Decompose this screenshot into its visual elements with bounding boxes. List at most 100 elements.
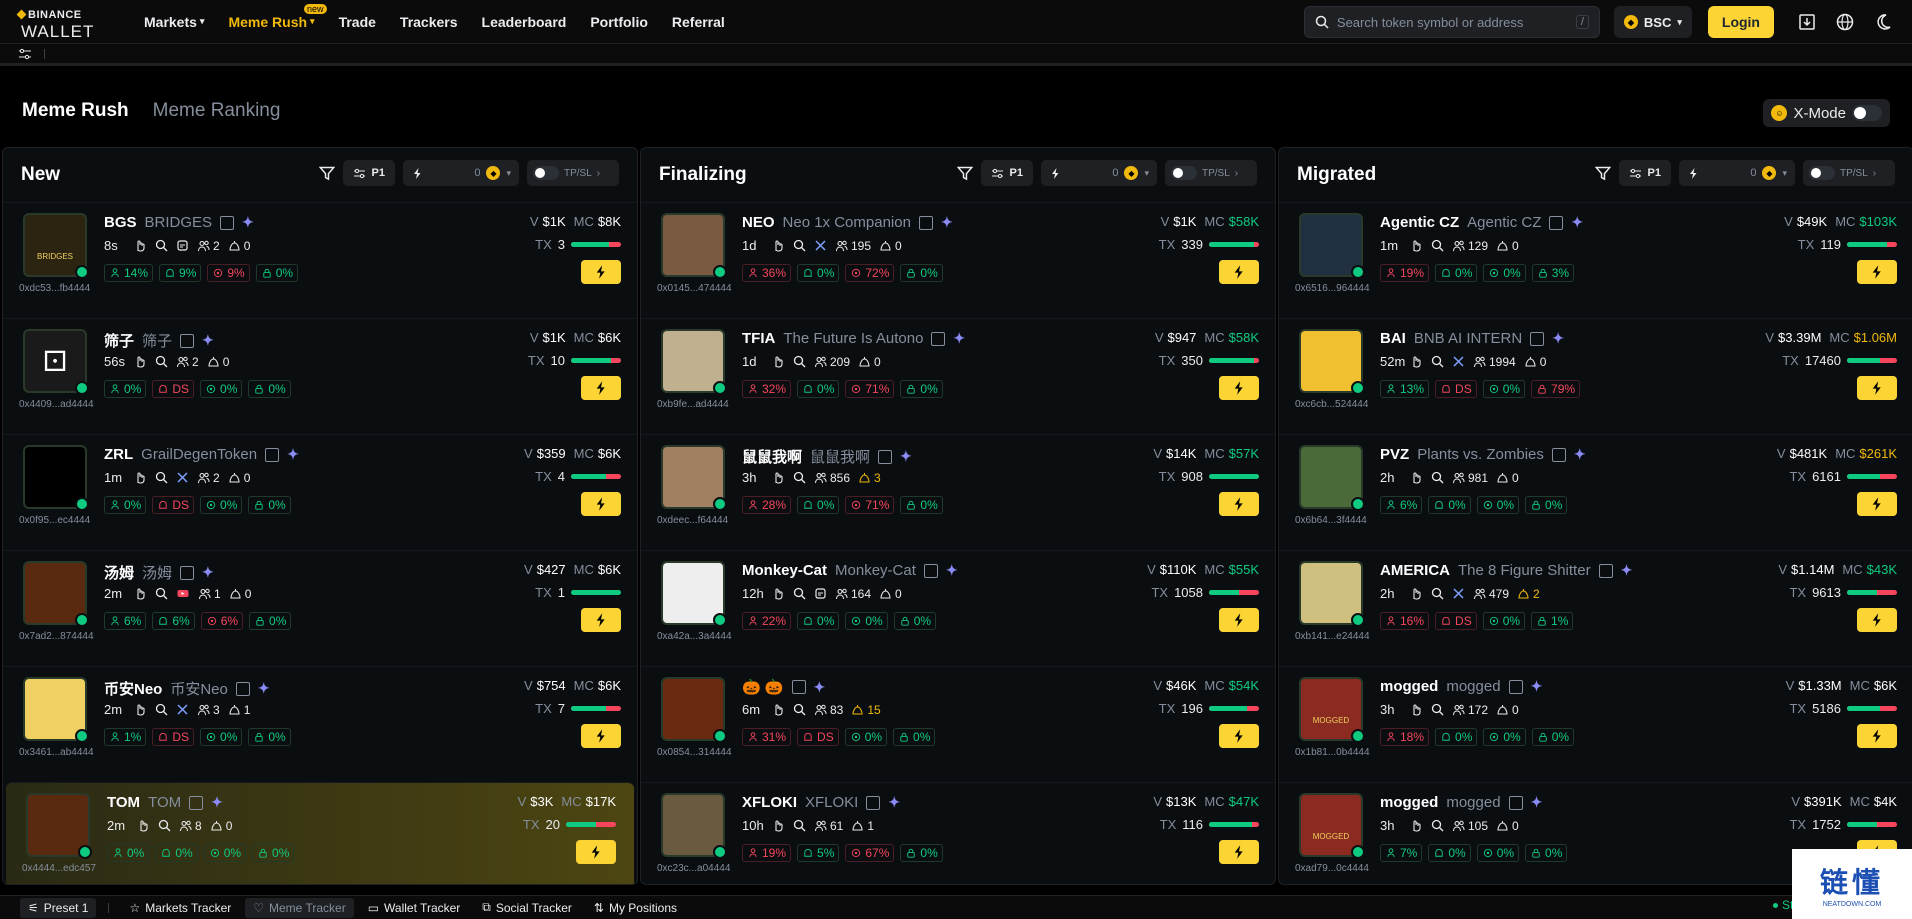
quick-buy-button[interactable] [581,376,621,400]
tpsl-toggle[interactable]: TP/SL › [1803,160,1895,186]
quick-buy-button[interactable] [581,724,621,748]
token-address[interactable]: 0x0145...474444 [657,283,732,294]
sparkle-icon[interactable]: ✦ [1574,446,1586,463]
sparkle-icon[interactable]: ✦ [287,446,299,463]
token-symbol[interactable]: NEO [742,214,775,231]
token-symbol[interactable]: 🎃 🎃 [742,678,784,696]
copy-icon[interactable] [1549,215,1564,230]
token-row[interactable]: 0x7ad2...874444 汤姆 汤姆 ✦ 2m 1 0 6% 6% 6% 0% V $427 MC $… [3,550,637,666]
sparkle-icon[interactable]: ✦ [1531,678,1543,695]
sparkle-icon[interactable]: ✦ [814,679,826,696]
token-address[interactable]: 0x6516...964444 [1295,283,1370,294]
preset-button[interactable]: P1 [342,160,395,186]
token-address[interactable]: 0xc23c...a04444 [657,863,730,874]
sparkle-icon[interactable]: ✦ [1531,794,1543,811]
token-address[interactable]: 0xad79...0c4444 [1295,863,1369,874]
footer-tab-preset-1[interactable]: ⚟ Preset 1 [20,897,97,918]
copy-icon[interactable] [235,681,250,696]
quick-buy-button[interactable] [1219,376,1259,400]
nav-item-portfolio[interactable]: Portfolio [578,0,660,44]
filter-icon[interactable] [318,165,335,181]
copy-icon[interactable] [1598,563,1613,578]
download-icon[interactable] [1792,7,1822,37]
token-address[interactable]: 0xdc53...fb4444 [19,283,90,294]
token-symbol[interactable]: Agentic CZ [1380,214,1459,231]
copy-icon[interactable] [180,333,195,348]
copy-icon[interactable] [866,795,881,810]
copy-icon[interactable] [791,680,806,694]
quick-buy-button[interactable] [576,840,616,864]
token-address[interactable]: 0x3461...ab4444 [19,747,94,758]
quick-buy-amount[interactable]: 0 ◆ ▾ [1679,160,1795,186]
sparkle-icon[interactable]: ✦ [1571,214,1583,231]
token-symbol[interactable]: BGS [104,214,137,231]
token-symbol[interactable]: BAI [1380,330,1406,347]
token-address[interactable]: 0x7ad2...874444 [19,631,94,642]
quick-buy-button[interactable] [1219,260,1259,284]
token-row[interactable]: 0x6b64...3f4444 PVZ Plants vs. Zombies ✦ 2h 9… [1279,434,1912,550]
copy-icon[interactable] [931,331,946,346]
x-mode-toggle[interactable]: ☺ X-Mode [1763,99,1890,127]
token-address[interactable]: 0xb141...e24444 [1295,631,1370,642]
footer-tab-markets-tracker[interactable]: ☆ Markets Tracker [121,898,239,918]
copy-icon[interactable] [923,563,938,578]
nav-item-trade[interactable]: Trade [327,0,388,44]
token-symbol[interactable]: 币安Neo [104,678,162,699]
tpsl-toggle[interactable]: TP/SL › [527,160,619,186]
token-symbol[interactable]: 鼠鼠我啊 [742,446,802,467]
sparkle-icon[interactable]: ✦ [946,562,958,579]
copy-icon[interactable] [1508,679,1523,694]
nav-item-referral[interactable]: Referral [660,0,737,44]
token-row[interactable]: 0x0f95...ec4444 ZRL GrailDegenToken ✦ 1m 2 0 0%… [3,434,637,550]
binance-wallet-logo[interactable]: BINANCE WALLET [16,5,110,41]
sparkle-icon[interactable]: ✦ [242,214,254,231]
token-row[interactable]: 0x3461...ab4444 币安Neo 币安Neo ✦ 2m 3 1 1% DS 0% 0% V $… [3,666,637,782]
quick-buy-button[interactable] [581,492,621,516]
tpsl-toggle[interactable]: TP/SL › [1165,160,1257,186]
globe-icon[interactable] [1830,7,1860,37]
token-row[interactable]: MOGGED 0x1b81...0b4444 mogged mogged ✦ 3h 172 0… [1279,666,1912,782]
settings-sliders-icon[interactable] [18,48,32,60]
nav-item-leaderboard[interactable]: Leaderboard [470,0,579,44]
token-symbol[interactable]: 汤姆 [104,562,134,583]
nav-item-markets[interactable]: Markets ▾ [132,0,216,44]
copy-icon[interactable] [265,447,280,462]
footer-tab-wallet-tracker[interactable]: ▭ Wallet Tracker [360,898,469,918]
token-symbol[interactable]: XFLOKI [742,794,797,811]
token-symbol[interactable]: ZRL [104,446,133,463]
tab-meme-rush[interactable]: Meme Rush [22,100,129,122]
token-address[interactable]: 0x4444...edc457 [22,863,96,874]
quick-buy-button[interactable] [1857,376,1897,400]
quick-buy-button[interactable] [581,608,621,632]
token-symbol[interactable]: PVZ [1380,446,1409,463]
sparkle-icon[interactable]: ✦ [1621,562,1633,579]
token-row[interactable]: 0x4444...edc457 TOM TOM ✦ 2m 8 0 0% 0% 0% 0% V $3K MC… [6,782,634,884]
copy-icon[interactable] [1551,447,1566,462]
quick-buy-amount[interactable]: 0 ◆ ▾ [403,160,519,186]
search-input[interactable] [1336,14,1576,30]
tpsl-switch[interactable] [533,166,559,180]
token-row[interactable]: 0xc23c...a04444 XFLOKI XFLOKI ✦ 10h 61 1 19% 5% 6… [641,782,1275,884]
token-address[interactable]: 0x4409...ad4444 [19,399,94,410]
sparkle-icon[interactable]: ✦ [1552,330,1564,347]
quick-buy-button[interactable] [1219,724,1259,748]
token-symbol[interactable]: mogged [1380,794,1438,811]
nav-item-trackers[interactable]: Trackers [388,0,470,44]
token-address[interactable]: 0x6b64...3f4444 [1295,515,1367,526]
filter-icon[interactable] [956,165,973,181]
sparkle-icon[interactable]: ✦ [953,330,965,347]
token-address[interactable]: 0xb9fe...ad4444 [657,399,729,410]
quick-buy-button[interactable] [1857,260,1897,284]
token-address[interactable]: 0xa42a...3a4444 [657,631,732,642]
dark-mode-icon[interactable] [1868,7,1898,37]
quick-buy-button[interactable] [1219,492,1259,516]
token-symbol[interactable]: AMERICA [1380,562,1450,579]
token-symbol[interactable]: mogged [1380,678,1438,695]
token-address[interactable]: 0x0f95...ec4444 [19,515,90,526]
quick-buy-button[interactable] [1857,724,1897,748]
sparkle-icon[interactable]: ✦ [941,214,953,231]
copy-icon[interactable] [1508,795,1523,810]
footer-tab-my-positions[interactable]: ⇅ My Positions [586,898,685,918]
copy-icon[interactable] [878,449,893,464]
quick-buy-button[interactable] [1219,608,1259,632]
